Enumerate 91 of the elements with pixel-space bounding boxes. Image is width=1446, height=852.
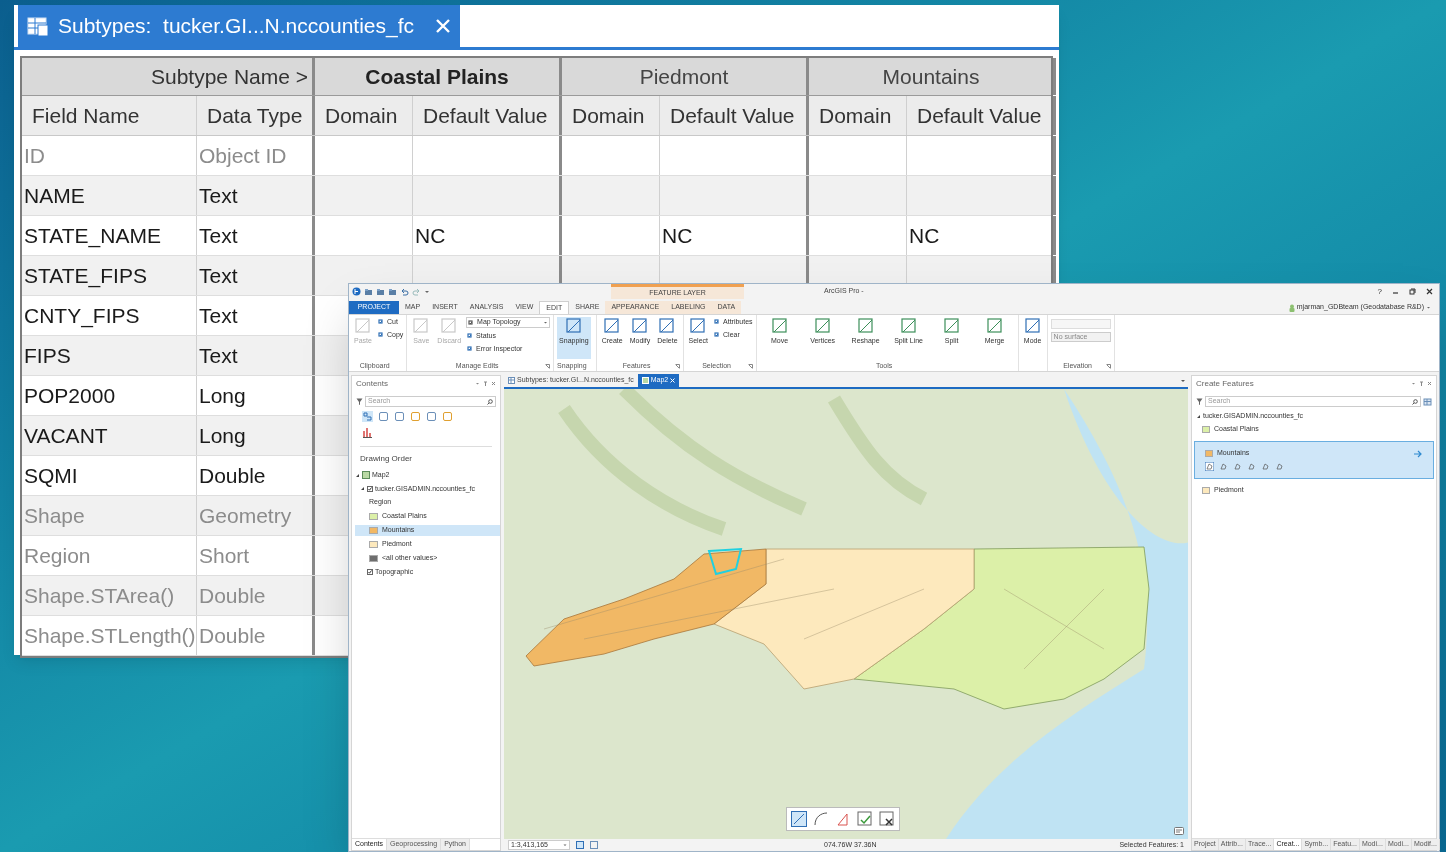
app-logo-icon[interactable] <box>352 287 361 296</box>
launcher-icon[interactable] <box>545 364 551 369</box>
chart-icon[interactable] <box>362 427 373 438</box>
tool-icon <box>564 317 583 335</box>
dropdown-caret-icon <box>543 320 549 325</box>
column-header: Domain <box>315 96 413 135</box>
table-cell: Shape <box>22 496 197 535</box>
tool-icon <box>658 317 677 335</box>
tool-icon <box>856 317 875 335</box>
discard-icon[interactable] <box>879 811 895 827</box>
table-cell: Shape.STLength() <box>22 616 197 655</box>
table-icon[interactable] <box>1423 397 1432 406</box>
search-icon <box>1412 398 1418 405</box>
table-cell: VACANT <box>22 416 197 455</box>
table-cell: POP2000 <box>22 376 197 415</box>
tool-icon <box>412 317 431 335</box>
redo-icon[interactable] <box>412 287 421 296</box>
search-icon <box>487 398 493 405</box>
tool-icon <box>440 317 459 335</box>
tool-icon <box>770 317 789 335</box>
pane-menu-icon[interactable] <box>475 381 480 386</box>
save-icon[interactable] <box>388 287 397 296</box>
column-header: Domain <box>562 96 660 135</box>
arrow-right-icon[interactable] <box>1413 449 1423 458</box>
map-icon <box>362 471 370 480</box>
folder-icon[interactable] <box>376 287 385 296</box>
tool-icon <box>689 317 708 335</box>
tool-icon <box>603 317 622 335</box>
launcher-icon[interactable] <box>1105 364 1111 369</box>
expanded-arrow-icon[interactable] <box>1196 413 1201 419</box>
user-icon[interactable] <box>1288 303 1295 312</box>
dropdown-caret-icon[interactable] <box>1426 305 1431 310</box>
pin-icon[interactable] <box>483 381 488 387</box>
table-cell: ID <box>22 136 197 175</box>
expanded-arrow-icon[interactable] <box>355 472 360 478</box>
launcher-icon[interactable] <box>747 364 753 369</box>
launcher-icon[interactable] <box>674 364 680 369</box>
document-tab[interactable]: Subtypes: tucker.GI...N.nccounties_fc <box>18 5 460 47</box>
tool-icon <box>631 317 649 335</box>
arc-tool-icon[interactable] <box>813 811 829 827</box>
table-cell: Region <box>22 536 197 575</box>
polygon-tool-icon[interactable] <box>1205 461 1214 471</box>
list-icon[interactable] <box>362 411 373 422</box>
table-icon <box>26 14 50 38</box>
table-cell-text: NC <box>909 222 940 249</box>
dropdown-caret-icon[interactable] <box>1180 378 1186 384</box>
tool-icon <box>899 317 918 335</box>
tool-icon <box>467 318 476 327</box>
finish-icon[interactable] <box>857 811 873 827</box>
tool-icon <box>813 317 832 335</box>
tool-icon <box>466 332 475 340</box>
column-header: Domain <box>809 96 907 135</box>
table-cell: FIPS <box>22 336 197 375</box>
table-cell: SQMI <box>22 456 197 495</box>
tool-icon <box>713 318 721 326</box>
pane-title: Create Features <box>1196 378 1254 390</box>
table-cell: NAME <box>22 176 197 215</box>
tool-icon <box>1023 317 1042 335</box>
table-cell-text: NC <box>662 222 693 249</box>
line-tool-icon[interactable] <box>791 811 807 827</box>
table-cell: STATE_NAME <box>22 216 197 255</box>
tool-icon <box>377 331 385 339</box>
tool-icon <box>354 317 372 335</box>
tool-icon <box>713 331 721 339</box>
pane-menu-icon[interactable] <box>1411 381 1416 386</box>
close-icon[interactable] <box>1426 288 1433 295</box>
section-heading: Drawing Order <box>359 453 413 465</box>
column-header: Field Name <box>22 96 197 135</box>
map-icon <box>641 377 649 384</box>
checkbox[interactable] <box>367 485 373 492</box>
tool-icon <box>377 318 385 326</box>
tool-icon <box>942 317 961 335</box>
checkbox[interactable] <box>367 568 373 575</box>
help-button[interactable]: ? <box>1377 285 1382 298</box>
tab-title: Subtypes: tucker.GI...N.nccounties_fc <box>58 13 414 40</box>
table-cell: Shape.STArea() <box>22 576 197 615</box>
dropdown-caret-icon <box>563 843 567 847</box>
pane-title: Contents <box>356 378 389 390</box>
expanded-arrow-icon[interactable] <box>360 486 365 492</box>
folder-icon[interactable] <box>364 287 373 296</box>
table-cell: STATE_FIPS <box>22 256 197 295</box>
restore-icon[interactable] <box>1409 288 1416 295</box>
tool-icon <box>466 345 475 353</box>
undo-icon[interactable] <box>400 287 409 296</box>
pin-icon[interactable] <box>1419 381 1424 387</box>
table-cell: CNTY_FIPS <box>22 296 197 335</box>
notes-icon[interactable] <box>1174 827 1184 835</box>
tool-icon <box>985 317 1004 335</box>
table-cell-text: NC <box>415 222 446 249</box>
table-cell: Double <box>197 616 315 655</box>
elevation-field[interactable] <box>1050 319 1111 329</box>
